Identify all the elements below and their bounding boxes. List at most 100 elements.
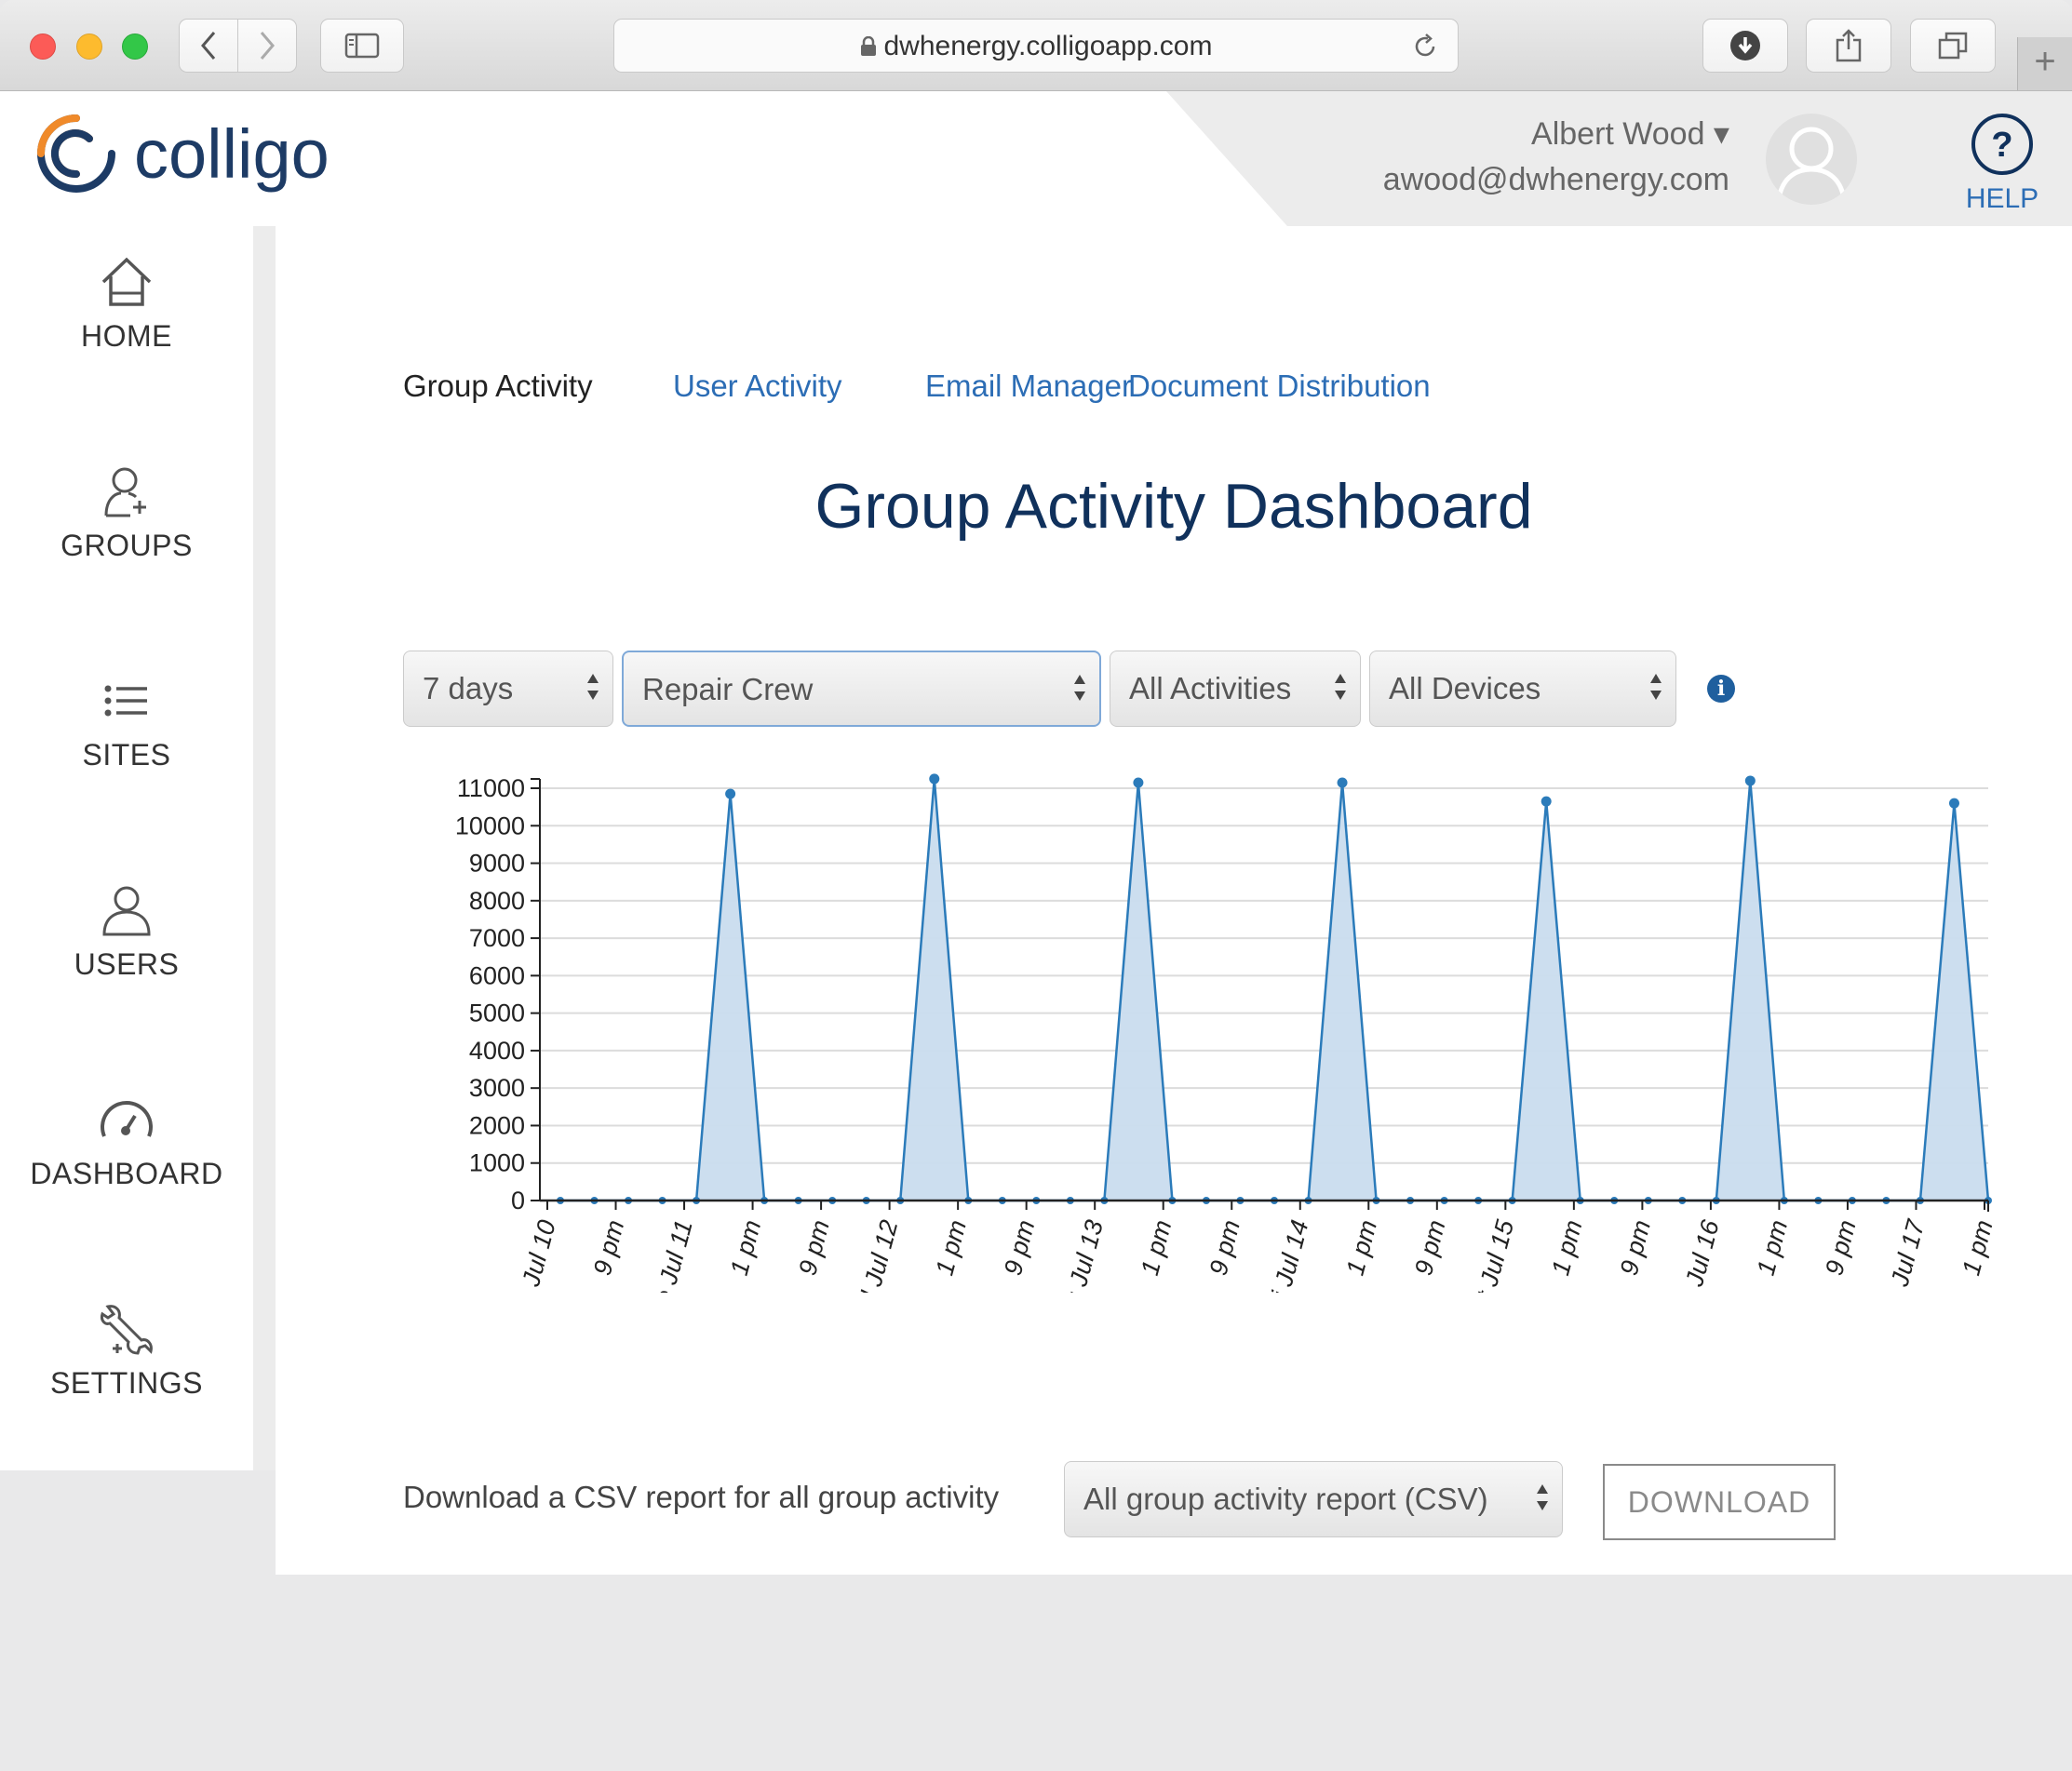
x-tick-label: 9 pm xyxy=(999,1217,1041,1279)
download-button[interactable]: DOWNLOAD xyxy=(1603,1464,1836,1540)
x-tick-label: Wed Jul 12 xyxy=(844,1217,904,1293)
data-point xyxy=(1133,777,1144,788)
y-tick-label: 1000 xyxy=(469,1149,525,1177)
gauge-icon xyxy=(101,1101,153,1137)
avatar[interactable] xyxy=(1766,114,1857,205)
y-tick-label: 5000 xyxy=(469,1000,525,1027)
x-tick-label: 1 pm xyxy=(1546,1217,1588,1279)
wrench-icon xyxy=(101,1305,153,1355)
period-select[interactable]: 7 days xyxy=(403,651,613,727)
sidebar-item-settings[interactable]: SETTINGS xyxy=(0,1301,253,1401)
y-tick-label: 11000 xyxy=(457,774,525,802)
sidebar-item-label: SETTINGS xyxy=(49,1366,203,1400)
chevron-left-icon xyxy=(201,32,216,60)
share-button[interactable] xyxy=(1806,19,1891,73)
csv-report-select[interactable]: All group activity report (CSV) xyxy=(1064,1461,1563,1537)
x-tick-label: 9 pm xyxy=(588,1217,630,1279)
info-icon[interactable]: i xyxy=(1707,675,1735,703)
url-display: dwhenergy.colligoapp.com xyxy=(614,31,1458,62)
sidebar-item-label: DASHBOARD xyxy=(30,1157,223,1190)
download-icon xyxy=(1730,31,1760,60)
new-tab-button[interactable]: + xyxy=(2017,37,2072,90)
data-point xyxy=(1541,796,1552,807)
tabs-overview-button[interactable] xyxy=(1910,19,1996,73)
sidebar-item-dashboard[interactable]: DASHBOARD xyxy=(0,1092,253,1191)
help-icon: ? xyxy=(1971,114,2033,175)
x-tick-label: 1 pm xyxy=(1136,1217,1177,1279)
x-tick-label: Sun Jul 16 xyxy=(1667,1216,1725,1293)
data-point xyxy=(1744,775,1756,786)
address-bar[interactable]: dwhenergy.colligoapp.com xyxy=(613,19,1459,73)
close-window-button[interactable] xyxy=(30,34,56,60)
colligo-logo-icon xyxy=(37,114,115,193)
colligo-logo[interactable]: colligo xyxy=(34,102,330,205)
tab-email-manager[interactable]: Email Manager xyxy=(925,369,1132,404)
group-select-value: Repair Crew xyxy=(642,672,814,706)
x-tick-label: Tue Jul 11 xyxy=(641,1217,698,1293)
x-tick-label: Fri Jul 14 xyxy=(1260,1217,1314,1293)
x-tick-label: 1 pm xyxy=(1341,1217,1383,1279)
x-tick-label: 9 pm xyxy=(1820,1217,1862,1279)
select-arrows-icon xyxy=(587,674,599,700)
y-tick-label: 8000 xyxy=(469,887,525,915)
y-tick-label: 10000 xyxy=(455,812,525,839)
home-icon xyxy=(101,257,152,306)
logo-text: colligo xyxy=(134,114,330,193)
tab-group-activity[interactable]: Group Activity xyxy=(403,369,593,404)
plus-icon: + xyxy=(2034,41,2056,82)
x-tick-label: 9 pm xyxy=(1409,1217,1451,1279)
group-select[interactable]: Repair Crew xyxy=(622,651,1101,727)
downloads-button[interactable] xyxy=(1702,19,1788,73)
app-header: colligo Albert Wood ▾ awood@dwhenergy.co… xyxy=(0,91,2072,226)
minimize-window-button[interactable] xyxy=(76,34,102,60)
browser-window: dwhenergy.colligoapp.com + colligo Alber… xyxy=(0,0,2072,1771)
sidebar-nav: HOME GROUPS SITES USERS DASHBOARD SETTIN… xyxy=(0,226,276,1470)
x-tick-label: 1 pm xyxy=(1752,1217,1794,1279)
main-panel: Group Activity User Activity Email Manag… xyxy=(276,226,2072,1575)
y-tick-label: 6000 xyxy=(469,961,525,989)
x-tick-label: Thu Jul 13 xyxy=(1051,1217,1109,1293)
reload-icon[interactable] xyxy=(1411,33,1439,60)
y-tick-label: 4000 xyxy=(469,1037,525,1065)
user-icon xyxy=(102,886,151,936)
activity-select[interactable]: All Activities xyxy=(1110,651,1361,727)
activity-select-value: All Activities xyxy=(1129,671,1292,705)
x-tick-label: 9 pm xyxy=(1204,1217,1246,1279)
csv-report-select-value: All group activity report (CSV) xyxy=(1083,1482,1488,1516)
y-tick-label: 2000 xyxy=(469,1111,525,1139)
tab-user-activity[interactable]: User Activity xyxy=(673,369,842,404)
sidebar-item-label: HOME xyxy=(81,319,172,353)
sidebar-item-groups[interactable]: GROUPS xyxy=(0,463,253,563)
tab-document-distribution[interactable]: Document Distribution xyxy=(1128,369,1431,404)
y-tick-label: 7000 xyxy=(469,924,525,952)
y-tick-label: 9000 xyxy=(469,850,525,878)
sidebar-item-label: GROUPS xyxy=(61,529,193,562)
x-tick-label: Mon Jul 17 xyxy=(1871,1216,1930,1293)
help-button[interactable]: ? HELP xyxy=(1964,112,2040,215)
sidebar-item-sites[interactable]: SITES xyxy=(0,673,253,772)
svg-text:?: ? xyxy=(1991,126,2012,165)
select-arrows-icon xyxy=(1335,674,1346,700)
sidebar-item-home[interactable]: HOME xyxy=(0,254,253,354)
x-tick-label: 1 pm xyxy=(930,1217,972,1279)
select-arrows-icon xyxy=(1650,674,1662,700)
x-tick-label: Mon Jul 10 xyxy=(503,1217,561,1293)
data-point xyxy=(1337,777,1348,788)
sidebar-icon xyxy=(344,33,380,59)
data-point xyxy=(929,773,940,785)
device-select-value: All Devices xyxy=(1389,671,1541,705)
device-select[interactable]: All Devices xyxy=(1369,651,1676,727)
back-button[interactable] xyxy=(179,19,238,73)
user-email: awood@dwhenergy.com xyxy=(1382,162,1729,197)
help-label: HELP xyxy=(1965,183,2039,214)
zoom-window-button[interactable] xyxy=(122,34,148,60)
sidebar-toggle-button[interactable] xyxy=(320,19,404,73)
url-text: dwhenergy.colligoapp.com xyxy=(883,31,1213,61)
forward-button[interactable] xyxy=(237,19,297,73)
browser-toolbar: dwhenergy.colligoapp.com + xyxy=(0,0,2072,92)
sidebar-item-users[interactable]: USERS xyxy=(0,882,253,982)
user-menu[interactable]: Albert Wood ▾ xyxy=(1531,115,1729,153)
data-point xyxy=(725,788,736,799)
series-area xyxy=(560,778,1988,1201)
sidebar-item-label: SITES xyxy=(82,738,171,771)
